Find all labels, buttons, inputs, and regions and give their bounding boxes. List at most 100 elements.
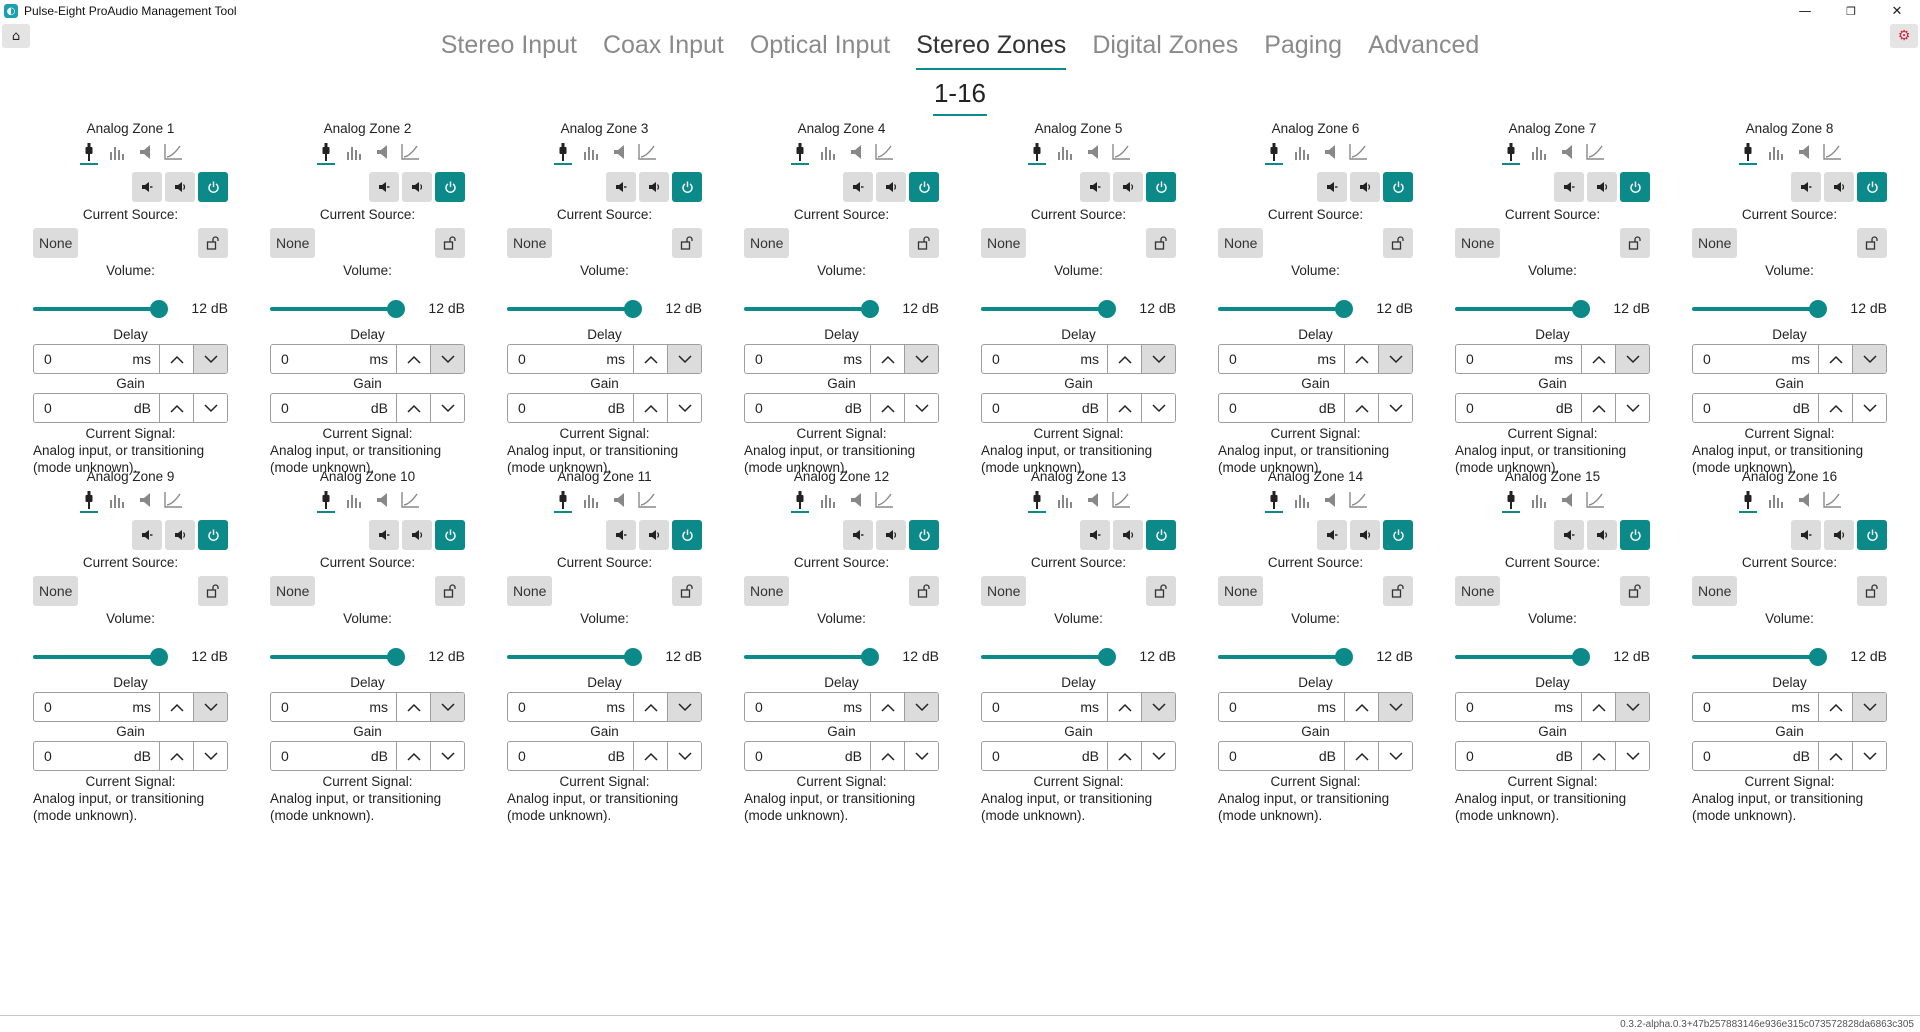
equalizer-icon[interactable] (818, 141, 838, 163)
power-button[interactable] (1857, 172, 1887, 202)
input-jack-icon[interactable] (79, 141, 99, 165)
equalizer-icon[interactable] (1055, 489, 1075, 511)
gain-field[interactable]: 0 dB (982, 742, 1107, 770)
equalizer-icon[interactable] (1529, 489, 1549, 511)
power-button[interactable] (1620, 520, 1650, 550)
unlock-button[interactable] (435, 576, 465, 606)
gain-decrease-button[interactable] (1852, 394, 1886, 422)
speaker-icon[interactable] (1320, 141, 1340, 163)
volume-up-button[interactable] (1824, 172, 1854, 202)
volume-down-button[interactable] (1791, 520, 1821, 550)
volume-up-button[interactable] (1587, 520, 1617, 550)
delay-increase-button[interactable] (1344, 345, 1378, 373)
volume-slider[interactable]: 12 dB (507, 642, 702, 672)
volume-up-button[interactable] (639, 520, 669, 550)
input-jack-icon[interactable] (316, 489, 336, 513)
input-jack-icon[interactable] (790, 141, 810, 165)
volume-slider[interactable]: 12 dB (1692, 642, 1887, 672)
equalizer-icon[interactable] (107, 141, 127, 163)
unlock-button[interactable] (1383, 576, 1413, 606)
volume-up-button[interactable] (1350, 172, 1380, 202)
volume-slider[interactable]: 12 dB (744, 642, 939, 672)
input-jack-icon[interactable] (553, 489, 573, 513)
curve-graph-icon[interactable] (874, 489, 894, 511)
delay-field[interactable]: 0 ms (271, 345, 396, 373)
delay-increase-button[interactable] (870, 693, 904, 721)
tab-advanced[interactable]: Advanced (1368, 28, 1479, 70)
unlock-button[interactable] (1620, 228, 1650, 258)
delay-increase-button[interactable] (1581, 693, 1615, 721)
power-button[interactable] (909, 172, 939, 202)
curve-graph-icon[interactable] (1585, 141, 1605, 163)
delay-decrease-button[interactable] (904, 693, 938, 721)
gain-increase-button[interactable] (396, 742, 430, 770)
gain-field[interactable]: 0 dB (1456, 742, 1581, 770)
volume-down-button[interactable] (369, 520, 399, 550)
speaker-icon[interactable] (135, 141, 155, 163)
volume-slider[interactable]: 12 dB (507, 294, 702, 324)
delay-decrease-button[interactable] (193, 345, 227, 373)
unlock-button[interactable] (435, 228, 465, 258)
tab-optical-input[interactable]: Optical Input (750, 28, 890, 70)
speaker-icon[interactable] (135, 489, 155, 511)
delay-decrease-button[interactable] (1852, 693, 1886, 721)
power-button[interactable] (1146, 520, 1176, 550)
input-jack-icon[interactable] (1027, 489, 1047, 513)
volume-up-button[interactable] (165, 520, 195, 550)
gain-increase-button[interactable] (1581, 394, 1615, 422)
delay-field[interactable]: 0 ms (34, 693, 159, 721)
unlock-button[interactable] (1146, 228, 1176, 258)
power-button[interactable] (435, 520, 465, 550)
input-jack-icon[interactable] (1738, 489, 1758, 513)
speaker-icon[interactable] (1557, 489, 1577, 511)
gain-increase-button[interactable] (870, 394, 904, 422)
speaker-icon[interactable] (846, 489, 866, 511)
delay-increase-button[interactable] (633, 345, 667, 373)
curve-graph-icon[interactable] (163, 141, 183, 163)
gain-increase-button[interactable] (633, 742, 667, 770)
power-button[interactable] (672, 172, 702, 202)
gain-increase-button[interactable] (1818, 394, 1852, 422)
power-button[interactable] (198, 520, 228, 550)
volume-thumb[interactable] (1098, 648, 1116, 666)
source-select[interactable]: None (1692, 228, 1738, 258)
input-jack-icon[interactable] (1501, 141, 1521, 165)
gain-field[interactable]: 0 dB (745, 742, 870, 770)
gain-decrease-button[interactable] (1378, 742, 1412, 770)
unlock-button[interactable] (909, 576, 939, 606)
source-select[interactable]: None (1218, 576, 1264, 606)
gain-increase-button[interactable] (396, 394, 430, 422)
gain-field[interactable]: 0 dB (1456, 394, 1581, 422)
volume-thumb[interactable] (861, 300, 879, 318)
gain-increase-button[interactable] (1344, 394, 1378, 422)
delay-field[interactable]: 0 ms (34, 345, 159, 373)
gain-increase-button[interactable] (1818, 742, 1852, 770)
gain-increase-button[interactable] (1344, 742, 1378, 770)
input-jack-icon[interactable] (553, 141, 573, 165)
delay-increase-button[interactable] (1818, 693, 1852, 721)
delay-field[interactable]: 0 ms (1693, 345, 1818, 373)
speaker-icon[interactable] (846, 141, 866, 163)
delay-decrease-button[interactable] (430, 693, 464, 721)
delay-decrease-button[interactable] (430, 345, 464, 373)
speaker-icon[interactable] (1083, 141, 1103, 163)
delay-field[interactable]: 0 ms (1693, 693, 1818, 721)
gain-decrease-button[interactable] (430, 394, 464, 422)
gain-decrease-button[interactable] (430, 742, 464, 770)
input-jack-icon[interactable] (1738, 141, 1758, 165)
volume-thumb[interactable] (1098, 300, 1116, 318)
equalizer-icon[interactable] (1292, 489, 1312, 511)
gain-field[interactable]: 0 dB (745, 394, 870, 422)
tab-stereo-zones[interactable]: Stereo Zones (916, 28, 1067, 70)
gain-decrease-button[interactable] (904, 394, 938, 422)
gain-field[interactable]: 0 dB (1219, 394, 1344, 422)
delay-field[interactable]: 0 ms (508, 693, 633, 721)
input-jack-icon[interactable] (316, 141, 336, 165)
gain-field[interactable]: 0 dB (1693, 742, 1818, 770)
delay-field[interactable]: 0 ms (271, 693, 396, 721)
volume-down-button[interactable] (1554, 172, 1584, 202)
power-button[interactable] (1857, 520, 1887, 550)
tab-stereo-input[interactable]: Stereo Input (441, 28, 577, 70)
volume-up-button[interactable] (1113, 520, 1143, 550)
volume-thumb[interactable] (1809, 648, 1827, 666)
